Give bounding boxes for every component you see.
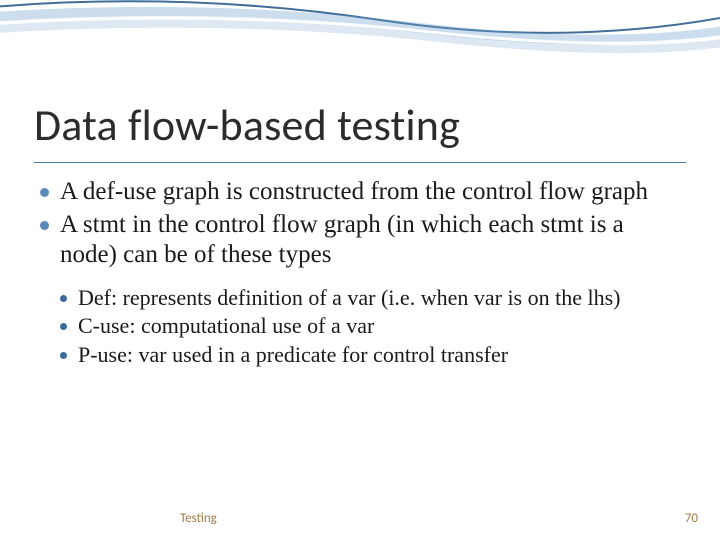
bullet-list-level2: Def: represents definition of a var (i.e… <box>34 285 686 369</box>
list-item: A stmt in the control flow graph (in whi… <box>38 210 686 271</box>
slide-body: Data flow-based testing A def-use graph … <box>0 0 720 540</box>
bullet-list-level1: A def-use graph is constructed from the … <box>34 177 686 271</box>
slide-title: Data flow-based testing <box>34 98 686 152</box>
footer-label: Testing <box>180 511 217 526</box>
page-number: 70 <box>685 511 698 526</box>
list-item: P-use: var used in a predicate for contr… <box>58 342 686 369</box>
title-rule <box>34 162 686 163</box>
list-item: C-use: computational use of a var <box>58 313 686 340</box>
list-item: Def: represents definition of a var (i.e… <box>58 285 686 312</box>
list-item: A def-use graph is constructed from the … <box>38 177 686 208</box>
